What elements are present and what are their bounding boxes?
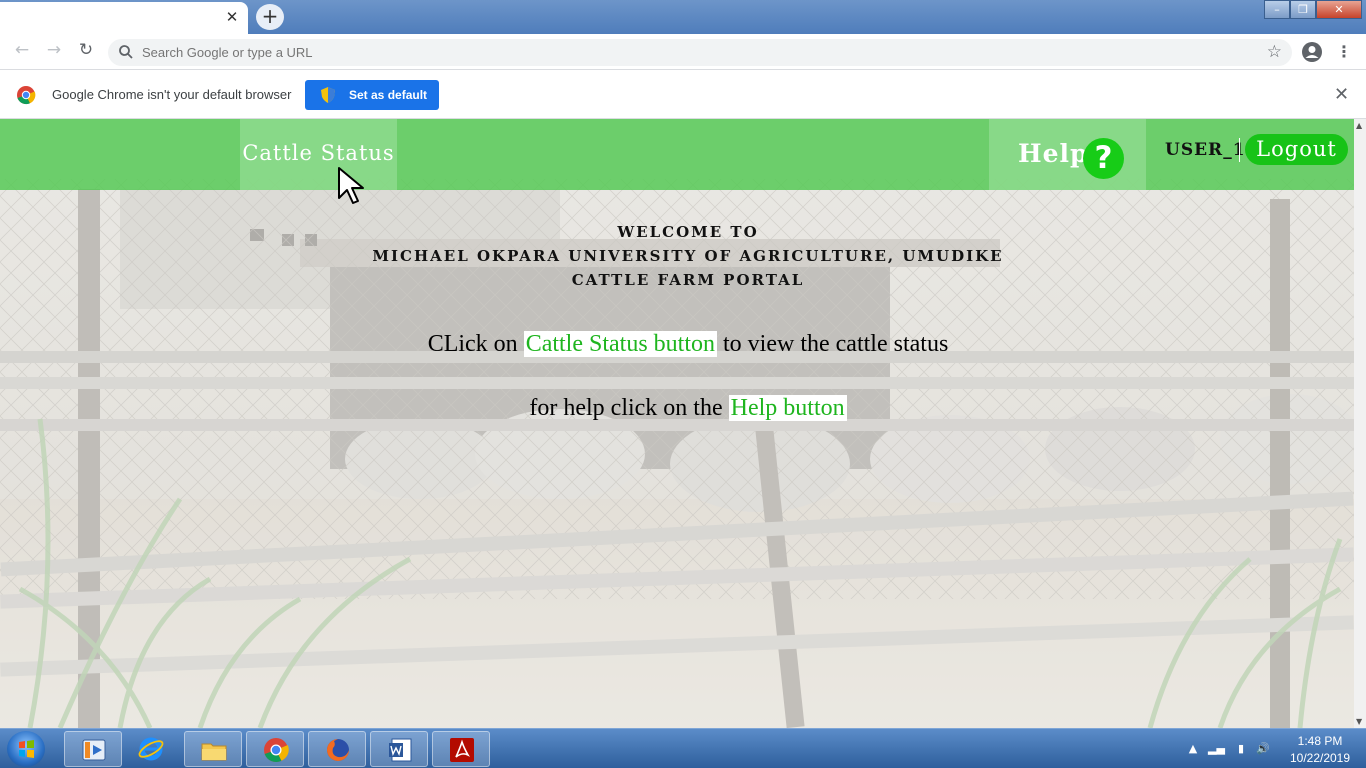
scroll-down-icon[interactable]: ▼: [1356, 717, 1362, 726]
welcome-line: WELCOME TO: [617, 223, 759, 241]
browser-tab[interactable]: ✕: [0, 2, 248, 34]
chrome-icon: [264, 738, 289, 763]
maximize-button[interactable]: ❐: [1290, 0, 1316, 19]
acrobat-icon: [450, 738, 474, 762]
page-scrollbar[interactable]: ▲ ▼: [1354, 119, 1366, 728]
mouse-pointer-icon: [338, 167, 364, 204]
set-as-default-label: Set as default: [349, 88, 428, 102]
firefox-icon: [327, 739, 349, 761]
file-explorer-icon: [201, 743, 227, 761]
forward-button[interactable]: →: [42, 40, 66, 64]
chrome-menu-icon[interactable]: ⋮: [1336, 42, 1352, 62]
back-button[interactable]: ←: [10, 40, 34, 64]
windows-logo-icon: [19, 740, 34, 758]
welcome-heading: WELCOME TO MICHAEL OKPARA UNIVERSITY OF …: [0, 220, 1354, 292]
help-label: Help: [1018, 139, 1089, 168]
taskbar-word[interactable]: [370, 731, 428, 767]
omnibox[interactable]: ☆: [108, 39, 1292, 66]
start-button[interactable]: [7, 731, 45, 767]
internet-explorer-icon: [138, 737, 164, 761]
taskbar-internet-explorer[interactable]: [122, 731, 180, 767]
cattle-status-button[interactable]: Cattle Status: [240, 119, 397, 190]
set-as-default-button[interactable]: Set as default: [305, 80, 439, 110]
logout-button[interactable]: Logout: [1245, 134, 1348, 165]
taskbar-file-explorer[interactable]: [184, 731, 242, 767]
clock-date[interactable]: 10/22/2019: [1284, 751, 1356, 765]
browser-toolbar: ← → ↻ ☆ ⋮: [0, 34, 1366, 70]
infobar-message: Google Chrome isn't your default browser: [52, 87, 292, 102]
scroll-up-icon[interactable]: ▲: [1356, 121, 1362, 130]
help-button[interactable]: Help ?: [989, 119, 1146, 190]
default-browser-infobar: Google Chrome isn't your default browser…: [0, 70, 1366, 119]
tab-close-icon[interactable]: ✕: [224, 9, 240, 25]
instruction-text: CLick on: [427, 331, 524, 357]
window-controls: – ❐ ✕: [1264, 0, 1362, 20]
window-close-button[interactable]: ✕: [1316, 0, 1362, 19]
page-viewport: Cattle Status Help ? USER_1 Logout WELCO…: [0, 119, 1354, 728]
windows-taskbar: ▲ ▂▄ ▮ 🔊 1:48 PM 10/22/2019: [0, 728, 1366, 768]
user-divider: [1239, 138, 1240, 162]
reload-button[interactable]: ↻: [74, 40, 98, 64]
volume-icon[interactable]: 🔊: [1256, 742, 1270, 756]
cattle-pen-background-image: [0, 119, 1354, 728]
media-player-icon: [82, 739, 106, 761]
taskbar-acrobat[interactable]: [432, 731, 490, 767]
infobar-close-icon[interactable]: ✕: [1334, 84, 1349, 105]
instruction-text: to view the cattle status: [717, 331, 949, 357]
instruction-text: for help click on the: [529, 395, 729, 421]
clock-time[interactable]: 1:48 PM: [1290, 734, 1350, 748]
profile-icon[interactable]: [1301, 41, 1323, 63]
minimize-button[interactable]: –: [1264, 0, 1290, 19]
new-tab-button[interactable]: +: [256, 4, 284, 30]
portal-name: CATTLE FARM PORTAL: [571, 271, 805, 289]
address-input[interactable]: [142, 42, 1242, 63]
taskbar-firefox[interactable]: [308, 731, 366, 767]
network-icon[interactable]: ▂▄: [1208, 742, 1225, 756]
word-icon: [389, 738, 412, 762]
tab-strip: ✕ + – ❐ ✕: [0, 0, 1366, 34]
taskbar-chrome[interactable]: [246, 731, 304, 767]
taskbar-media-player[interactable]: [64, 731, 122, 767]
cattle-status-highlight: Cattle Status button: [523, 331, 718, 357]
question-mark-icon: ?: [1083, 138, 1124, 179]
top-navbar: Cattle Status Help ? USER_1 Logout: [0, 119, 1354, 190]
uac-shield-icon: [321, 87, 335, 103]
bookmark-star-icon[interactable]: ☆: [1267, 42, 1282, 62]
battery-icon[interactable]: ▮: [1234, 742, 1248, 756]
show-hidden-icons-icon[interactable]: ▲: [1186, 742, 1200, 756]
cattle-status-instruction: CLick on Cattle Status button to view th…: [0, 331, 1354, 358]
university-name: MICHAEL OKPARA UNIVERSITY OF AGRICULTURE…: [372, 247, 1004, 265]
help-instruction: for help click on the Help button: [0, 395, 1354, 422]
search-icon: [119, 45, 133, 59]
chrome-logo-icon: [17, 86, 36, 105]
username-label: USER_1: [1165, 140, 1246, 160]
help-highlight: Help button: [728, 395, 847, 421]
